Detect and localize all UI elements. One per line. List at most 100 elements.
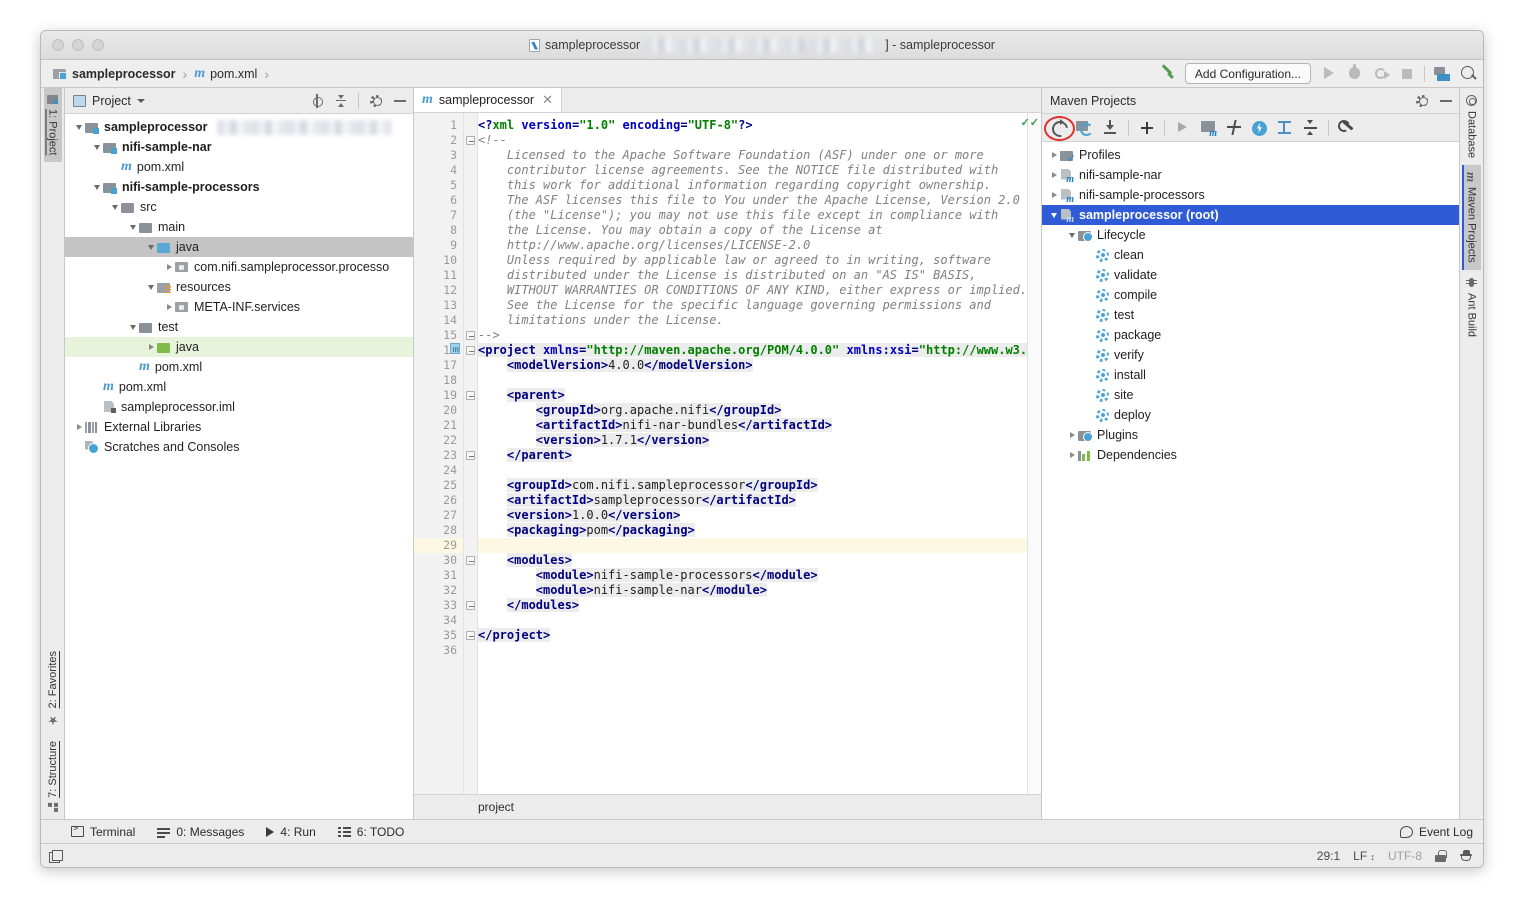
- fold-end-icon[interactable]: [466, 451, 475, 460]
- expand-arrow-icon[interactable]: [145, 285, 157, 290]
- maximize-window-button[interactable]: [92, 39, 104, 51]
- tree-row[interactable]: sampleprocessor.iml: [65, 397, 413, 417]
- expand-arrow-icon[interactable]: [91, 185, 103, 190]
- tree-row[interactable]: m pom.xml: [65, 377, 413, 397]
- maven-tree-row[interactable]: nifi-sample-processors: [1042, 185, 1459, 205]
- sidebar-item-ant-build[interactable]: Ant Build: [1463, 270, 1481, 344]
- fold-end-icon[interactable]: [466, 601, 475, 610]
- expand-arrow-icon[interactable]: [91, 145, 103, 150]
- add-maven-project-icon[interactable]: [1138, 119, 1155, 136]
- breadcrumb-item-project[interactable]: sampleprocessor: [51, 67, 178, 81]
- collapse-arrow-icon[interactable]: [1066, 452, 1078, 458]
- collapse-arrow-icon[interactable]: [73, 424, 85, 430]
- settings-gear-icon[interactable]: [1415, 94, 1429, 108]
- run-with-coverage-icon[interactable]: [1372, 65, 1390, 82]
- read-only-toggle-icon[interactable]: [1435, 849, 1447, 862]
- locate-file-icon[interactable]: [310, 93, 324, 108]
- breadcrumb[interactable]: sampleprocessor › m pom.xml ›: [51, 66, 272, 82]
- hide-panel-icon[interactable]: [1439, 94, 1453, 108]
- tree-row[interactable]: src: [65, 197, 413, 217]
- sidebar-item-maven-projects[interactable]: m Maven Projects: [1462, 165, 1481, 271]
- tree-row[interactable]: com.nifi.sampleprocessor.processo: [65, 257, 413, 277]
- maven-tree-row[interactable]: verify: [1042, 345, 1459, 365]
- run-maven-build-icon[interactable]: [1174, 119, 1191, 136]
- window-controls[interactable]: [41, 39, 104, 51]
- collapse-arrow-icon[interactable]: [1048, 172, 1060, 178]
- maven-tree-row[interactable]: Plugins: [1042, 425, 1459, 445]
- fold-collapse-icon[interactable]: [466, 136, 475, 145]
- maven-tree-row[interactable]: validate: [1042, 265, 1459, 285]
- toggle-toolwindow-bars-icon[interactable]: [49, 849, 63, 863]
- maven-settings-icon[interactable]: [1338, 119, 1355, 136]
- caret-position[interactable]: 29:1: [1317, 849, 1340, 863]
- maven-tree-row[interactable]: sampleprocessor (root): [1042, 205, 1459, 225]
- encoding-selector[interactable]: UTF-8: [1388, 849, 1422, 863]
- expand-all-icon[interactable]: [1276, 119, 1293, 136]
- fold-marker[interactable]: [464, 598, 477, 613]
- maven-tree-row[interactable]: Lifecycle: [1042, 225, 1459, 245]
- inspection-sidebar[interactable]: ✓✓: [1021, 113, 1041, 794]
- add-configuration-button[interactable]: Add Configuration...: [1184, 63, 1311, 84]
- chevron-down-icon[interactable]: [136, 98, 145, 103]
- collapse-arrow-icon[interactable]: [163, 264, 175, 270]
- tree-row[interactable]: resources: [65, 277, 413, 297]
- build-hammer-icon[interactable]: [1158, 65, 1176, 83]
- line-separator-selector[interactable]: LF ↕: [1353, 849, 1375, 863]
- sidebar-item-project[interactable]: 1: Project: [43, 88, 62, 163]
- fold-marker[interactable]: [464, 388, 477, 403]
- sidebar-item-favorites[interactable]: ★ 2: Favorites: [44, 644, 62, 734]
- maven-tree-row[interactable]: package: [1042, 325, 1459, 345]
- tool-window-run[interactable]: 4: Run: [266, 825, 316, 839]
- code-content[interactable]: <?xml version="1.0" encoding="UTF-8"?> <!…: [478, 113, 1041, 794]
- maven-tree-row[interactable]: clean: [1042, 245, 1459, 265]
- expand-arrow-icon[interactable]: [109, 205, 121, 210]
- fold-marker[interactable]: [464, 628, 477, 643]
- hide-panel-icon[interactable]: [393, 94, 407, 108]
- settings-gear-icon[interactable]: [369, 94, 383, 108]
- editor-breadcrumb-bar[interactable]: project: [414, 794, 1041, 819]
- project-structure-icon[interactable]: [1434, 66, 1451, 81]
- tree-row[interactable]: Scratches and Consoles: [65, 437, 413, 457]
- tool-window-messages[interactable]: 0: Messages: [157, 825, 244, 839]
- expand-arrow-icon[interactable]: [1066, 233, 1078, 238]
- tree-row[interactable]: java: [65, 337, 413, 357]
- collapse-arrow-icon[interactable]: [163, 304, 175, 310]
- expand-arrow-icon[interactable]: [127, 325, 139, 330]
- fold-marker[interactable]: [464, 553, 477, 568]
- maven-tree-row[interactable]: nifi-sample-nar: [1042, 165, 1459, 185]
- close-window-button[interactable]: [52, 39, 64, 51]
- fold-marker[interactable]: [464, 343, 477, 358]
- search-everywhere-icon[interactable]: [1460, 65, 1477, 82]
- tree-row[interactable]: m pom.xml: [65, 157, 413, 177]
- reimport-projects-icon[interactable]: [1050, 119, 1067, 136]
- editor-tab-sampleprocessor[interactable]: m sampleprocessor ✕: [414, 88, 562, 112]
- minimize-window-button[interactable]: [72, 39, 84, 51]
- project-tree[interactable]: sampleprocessor nifi-sample-nar m pom.xml ni…: [65, 114, 413, 819]
- tree-row[interactable]: test: [65, 317, 413, 337]
- tree-row[interactable]: External Libraries: [65, 417, 413, 437]
- maven-tree-row[interactable]: install: [1042, 365, 1459, 385]
- sidebar-item-structure[interactable]: 7: Structure: [44, 734, 62, 819]
- collapse-arrow-icon[interactable]: [1048, 152, 1060, 158]
- tool-window-todo[interactable]: 6: TODO: [337, 825, 404, 839]
- tree-row[interactable]: java: [65, 237, 413, 257]
- fold-end-icon[interactable]: [466, 331, 475, 340]
- debug-icon[interactable]: [1346, 64, 1363, 82]
- execute-maven-goal-icon[interactable]: [1200, 119, 1217, 139]
- maven-tree-row[interactable]: site: [1042, 385, 1459, 405]
- tree-row[interactable]: main: [65, 217, 413, 237]
- fold-marker[interactable]: [464, 328, 477, 343]
- tree-row[interactable]: m pom.xml: [65, 357, 413, 377]
- expand-arrow-icon[interactable]: [1048, 213, 1060, 218]
- fold-collapse-icon[interactable]: [466, 346, 475, 355]
- fold-marker[interactable]: [464, 133, 477, 148]
- tree-row[interactable]: nifi-sample-processors: [65, 177, 413, 197]
- maven-tree[interactable]: Profiles nifi-sample-nar nifi-sample-proce…: [1042, 142, 1459, 819]
- tool-window-terminal[interactable]: Terminal: [71, 824, 135, 839]
- collapse-all-icon[interactable]: [1302, 119, 1319, 136]
- run-icon[interactable]: [1320, 65, 1337, 82]
- collapse-all-icon[interactable]: [334, 94, 348, 108]
- collapse-arrow-icon[interactable]: [1066, 432, 1078, 438]
- fold-collapse-icon[interactable]: [466, 391, 475, 400]
- collapse-arrow-icon[interactable]: [1048, 192, 1060, 198]
